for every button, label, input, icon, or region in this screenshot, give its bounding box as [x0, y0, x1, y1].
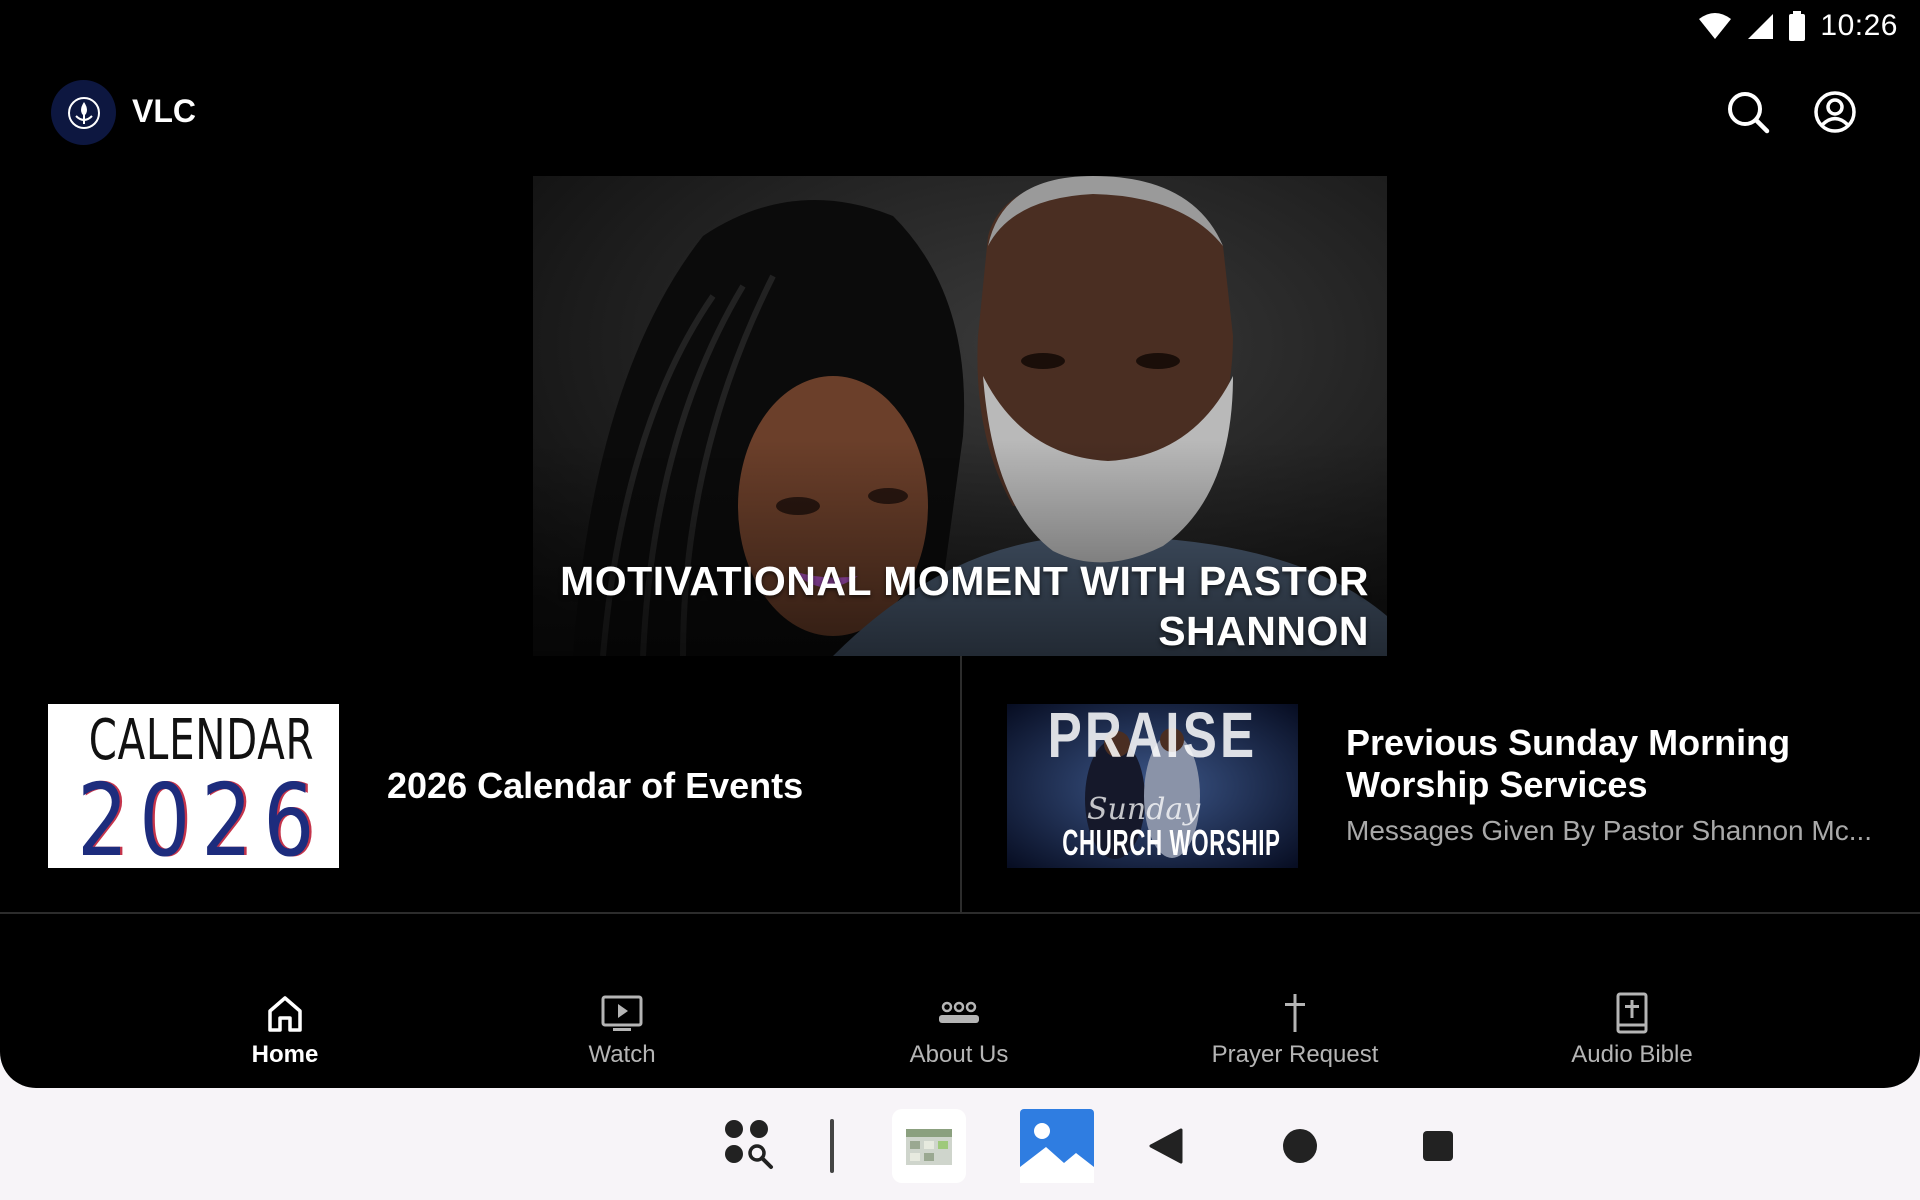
calendar-card[interactable]: CALENDAR 2026 2026 Calendar of Events — [48, 704, 928, 868]
nav-home[interactable]: Home — [145, 975, 425, 1075]
nav-audio-bible[interactable]: Audio Bible — [1492, 975, 1772, 1075]
gallery-app-button[interactable] — [1020, 1109, 1094, 1183]
featured-banner[interactable]: MOTIVATIONAL MOMENT WITH PASTOR SHANNON — [533, 176, 1387, 656]
back-triangle-icon — [1149, 1128, 1183, 1164]
calendar-app-button[interactable] — [892, 1109, 966, 1183]
nav-about-us-label: About Us — [909, 1041, 1009, 1068]
app-drawer-search-icon — [725, 1120, 773, 1169]
bible-icon — [1616, 992, 1648, 1034]
status-time: 10:26 — [1820, 9, 1898, 42]
worship-thumbnail: PRAISE Sunday CHURCH WORSHIP — [1007, 704, 1298, 868]
battery-icon — [1789, 11, 1806, 41]
cell-signal-icon — [1748, 14, 1774, 39]
home-circle-icon — [1283, 1129, 1317, 1163]
cross-icon — [1285, 994, 1305, 1032]
status-bar: 10:26 — [1698, 6, 1898, 46]
app-window: 10:26 VLC MOTIVATIONAL MOMENT WITH PASTO… — [0, 0, 1920, 1088]
bottom-navigation: Home Watch About Us Prayer Request Audio… — [0, 975, 1920, 1085]
app-title: VLC — [132, 93, 196, 129]
app-drawer-button[interactable] — [716, 1110, 786, 1182]
nav-home-label: Home — [251, 1041, 319, 1068]
card-divider — [960, 656, 962, 912]
search-icon — [1728, 92, 1770, 134]
nav-audio-bible-label: Audio Bible — [1571, 1041, 1693, 1068]
account-circle-icon — [1814, 91, 1856, 133]
back-button[interactable] — [1146, 1110, 1186, 1182]
calendar-card-title: 2026 Calendar of Events — [387, 765, 804, 806]
worship-card-subtitle: Messages Given By Pastor Shannon Mc... — [1346, 815, 1873, 846]
account-button[interactable] — [1811, 88, 1859, 136]
home-icon — [268, 996, 302, 1032]
nav-prayer-request-label: Prayer Request — [1211, 1041, 1379, 1068]
worship-thumbnail-line1: PRAISE — [1047, 704, 1258, 771]
home-button[interactable] — [1280, 1110, 1320, 1182]
system-taskbar — [0, 1088, 1920, 1200]
group-icon — [939, 1001, 979, 1023]
recents-square-icon — [1423, 1131, 1453, 1161]
featured-title: MOTIVATIONAL MOMENT WITH PASTOR SHANNON — [560, 558, 1369, 654]
nav-about-us[interactable]: About Us — [819, 975, 1099, 1075]
recents-button[interactable] — [1418, 1110, 1458, 1182]
nav-watch-label: Watch — [588, 1041, 656, 1068]
content-cards: CALENDAR 2026 2026 Calendar of Events PR… — [0, 656, 1920, 914]
calendar-thumbnail: CALENDAR 2026 — [48, 704, 339, 868]
taskbar-divider — [830, 1110, 834, 1182]
calendar-thumbnail-year: 2026 — [77, 762, 326, 868]
logo-emblem-icon — [67, 96, 100, 129]
calendar-app-icon — [892, 1109, 966, 1183]
tv-play-icon — [601, 995, 643, 1031]
nav-prayer-request[interactable]: Prayer Request — [1155, 975, 1435, 1075]
wifi-icon — [1699, 13, 1732, 39]
worship-card[interactable]: PRAISE Sunday CHURCH WORSHIP Previous Su… — [1007, 704, 1887, 868]
worship-thumbnail-line3: CHURCH WORSHIP — [1062, 822, 1281, 863]
search-button[interactable] — [1724, 88, 1772, 136]
nav-watch[interactable]: Watch — [482, 975, 762, 1075]
church-logo[interactable] — [51, 80, 116, 145]
gallery-app-icon — [1020, 1109, 1094, 1183]
worship-card-title: Previous Sunday Morning Worship Services — [1346, 722, 1791, 805]
